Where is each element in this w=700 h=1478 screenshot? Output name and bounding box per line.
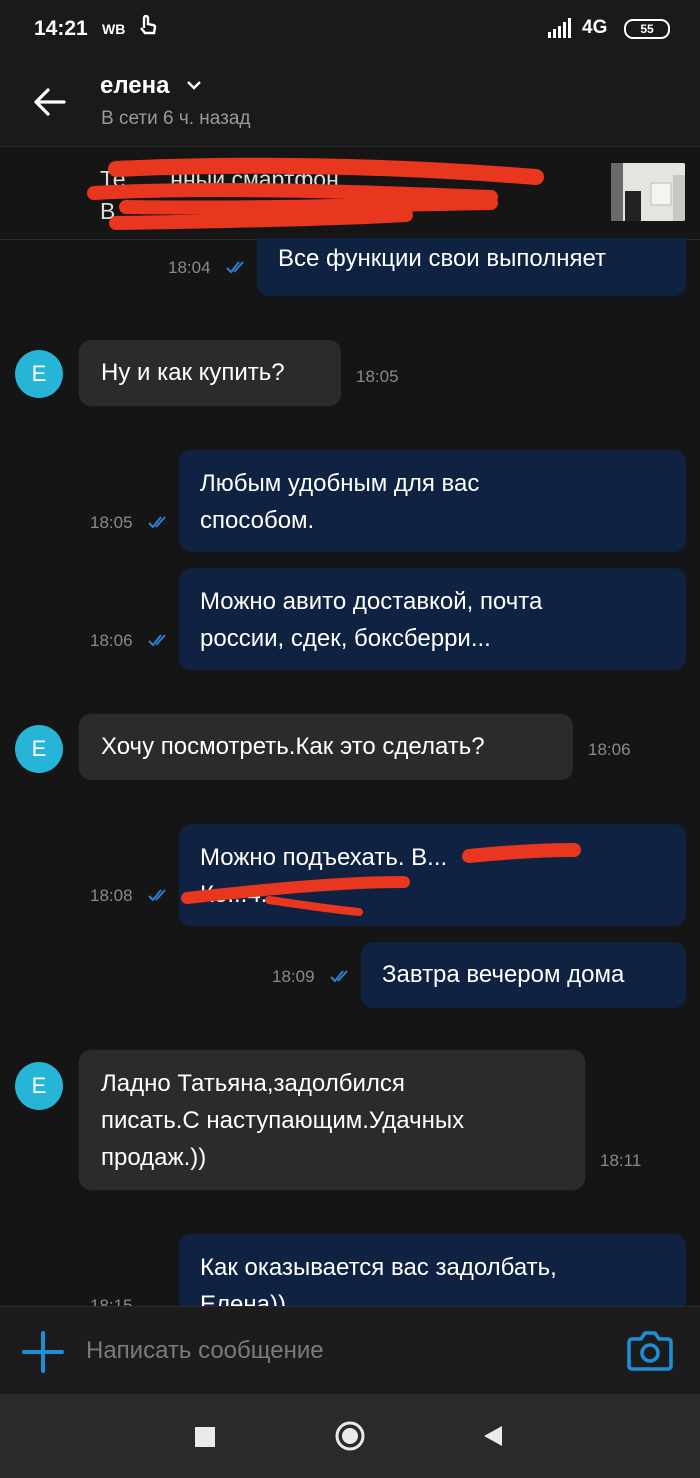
battery-icon: 55 <box>624 19 670 39</box>
avatar[interactable]: Е <box>15 350 63 398</box>
avatar[interactable]: Е <box>15 725 63 773</box>
outgoing-message[interactable]: Можно подъехать. В... Ко...4. <box>179 824 686 926</box>
incoming-message[interactable]: Ну и как купить? <box>79 340 341 406</box>
outgoing-message[interactable]: Можно авито доставкой, почта россии, сде… <box>179 568 686 670</box>
message-time: 18:15 <box>90 1296 133 1306</box>
double-check-icon <box>148 634 166 647</box>
message-time: 18:05 <box>356 367 399 386</box>
status-bar: 14:21 WB 4G 55 <box>0 0 700 56</box>
chevron-down-icon[interactable] <box>186 78 202 96</box>
message-list[interactable]: 18:04 Все функции свои выполняет Е Ну и … <box>0 238 700 1306</box>
back-icon[interactable] <box>482 1424 504 1453</box>
system-nav-bar <box>0 1394 700 1478</box>
double-check-icon <box>148 889 166 902</box>
listing-preview[interactable]: Те... ...нный смартфон В... <box>0 146 700 240</box>
chat-header: елена В сети 6 ч. назад <box>0 56 700 146</box>
avatar[interactable]: Е <box>15 1062 63 1110</box>
incoming-message[interactable]: Ладно Татьяна,задолбился писать.С наступ… <box>79 1050 585 1190</box>
message-time: 18:08 <box>90 886 133 905</box>
carrier-badge: WB <box>102 21 126 37</box>
redaction-mark <box>181 843 581 916</box>
contact-status: В сети 6 ч. назад <box>101 108 251 129</box>
message-time: 18:11 <box>600 1151 642 1170</box>
listing-thumbnail[interactable] <box>611 163 685 221</box>
status-time: 14:21 <box>34 17 88 40</box>
back-arrow-icon[interactable] <box>28 82 72 122</box>
message-time: 18:04 <box>168 258 211 277</box>
outgoing-message[interactable]: Как оказывается вас задолбать, Елена)) <box>179 1234 686 1306</box>
message-time: 18:05 <box>90 513 133 532</box>
message-time: 18:09 <box>272 967 315 986</box>
message-input[interactable]: Написать сообщение <box>86 1337 324 1365</box>
incoming-message[interactable]: Хочу посмотреть.Как это сделать? <box>79 714 573 780</box>
outgoing-message[interactable]: Все функции свои выполняет <box>257 238 686 296</box>
touch-icon <box>136 14 158 44</box>
double-check-icon <box>148 516 166 529</box>
double-check-icon <box>226 261 244 274</box>
plus-icon[interactable] <box>20 1329 66 1380</box>
outgoing-message[interactable]: Завтра вечером дома <box>361 942 686 1008</box>
camera-icon[interactable] <box>626 1329 674 1378</box>
double-check-icon <box>330 970 348 983</box>
signal-icon <box>548 18 576 43</box>
home-icon[interactable] <box>334 1420 366 1457</box>
outgoing-message[interactable]: Любым удобным для вас способом. <box>179 450 686 552</box>
message-time: 18:06 <box>588 740 631 759</box>
message-composer: Написать сообщение <box>0 1306 700 1395</box>
network-type: 4G <box>582 17 608 38</box>
contact-name[interactable]: елена <box>100 72 169 100</box>
redaction-mark <box>87 157 544 230</box>
recents-icon[interactable] <box>194 1426 216 1453</box>
message-time: 18:06 <box>90 631 133 650</box>
